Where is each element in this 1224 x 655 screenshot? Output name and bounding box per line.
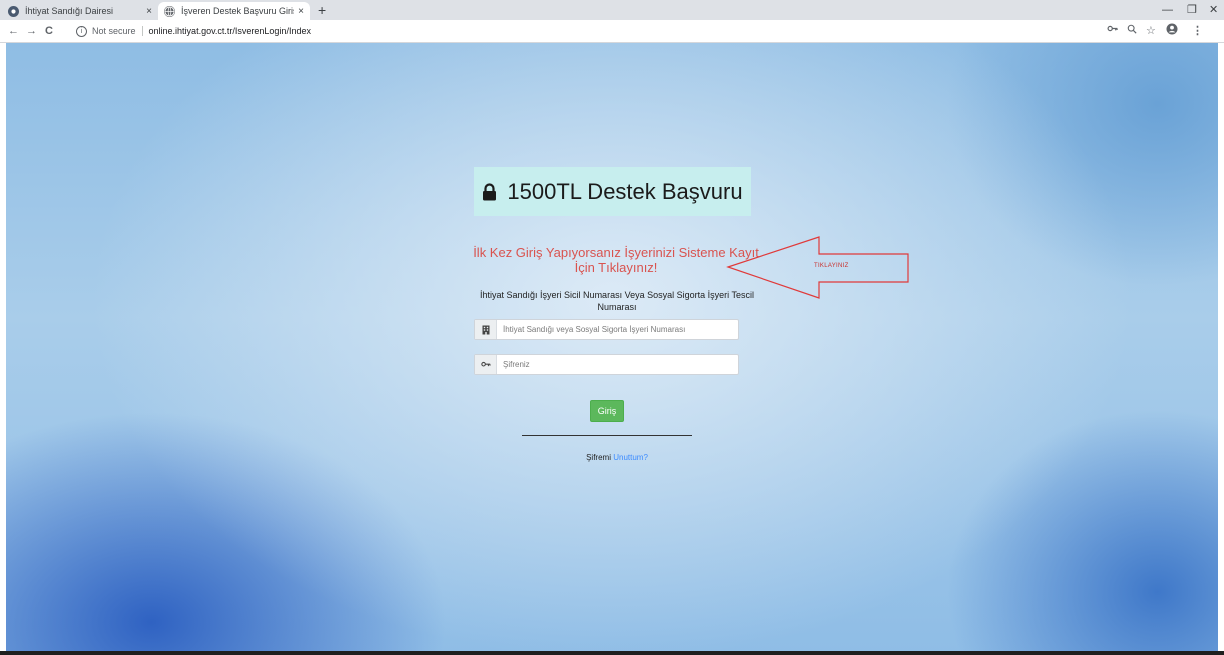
- tab-close-icon[interactable]: ×: [146, 6, 152, 17]
- minimize-icon[interactable]: —: [1162, 1, 1173, 19]
- page-title: 1500TL Destek Başvuru: [507, 178, 743, 204]
- info-icon[interactable]: i: [76, 25, 87, 37]
- employer-id-group: [474, 319, 739, 340]
- password-input[interactable]: [497, 355, 738, 374]
- key-icon[interactable]: [1107, 23, 1118, 39]
- globe-icon: [164, 5, 175, 17]
- back-arrow-icon[interactable]: ←: [8, 23, 19, 39]
- new-tab-button[interactable]: +: [318, 2, 326, 18]
- omnibox[interactable]: i Not secure online.ihtiyat.gov.ct.tr/Is…: [76, 23, 311, 39]
- divider-line: [522, 435, 692, 436]
- key-icon: [475, 355, 497, 374]
- zoom-icon[interactable]: [1127, 23, 1137, 39]
- star-icon[interactable]: ☆: [1146, 23, 1156, 39]
- site-favicon-icon: [8, 5, 19, 17]
- address-bar: ← → C i Not secure online.ihtiyat.gov.ct…: [0, 20, 1224, 43]
- forgot-password-row: Şifremi Unuttum?: [472, 453, 762, 462]
- login-header: 1500TL Destek Başvuru: [474, 167, 751, 216]
- window-close-icon[interactable]: ✕: [1209, 1, 1218, 19]
- building-icon: [475, 320, 497, 339]
- tab-ihtiyat-sandigi[interactable]: İhtiyat Sandığı Dairesi ×: [2, 2, 158, 20]
- forgot-password-link[interactable]: Unuttum?: [613, 453, 648, 462]
- password-group: [474, 354, 739, 375]
- page-viewport: 1500TL Destek Başvuru İlk Kez Giriş Yapı…: [6, 43, 1218, 653]
- tab-title: İhtiyat Sandığı Dairesi: [25, 6, 114, 16]
- url-text[interactable]: online.ihtiyat.gov.ct.tr/IsverenLogin/In…: [149, 26, 311, 36]
- tab-title: İşveren Destek Başvuru Giriş: [181, 6, 295, 16]
- account-icon[interactable]: [1166, 23, 1178, 40]
- taskbar-edge: [0, 651, 1224, 655]
- register-link[interactable]: İlk Kez Giriş Yapıyorsanız İşyerinizi Si…: [466, 245, 766, 275]
- login-button[interactable]: Giriş: [590, 400, 624, 422]
- menu-icon[interactable]: ⋮: [1192, 23, 1203, 39]
- forgot-prefix: Şifremi: [586, 453, 611, 462]
- id-field-label: İhtiyat Sandığı İşyeri Sicil Numarası Ve…: [480, 290, 754, 312]
- arrow-annotation-label: TIKLAYINIZ: [814, 263, 849, 269]
- forward-arrow-icon[interactable]: →: [26, 23, 37, 39]
- security-label: Not secure: [92, 26, 136, 36]
- tab-isveren-destek[interactable]: İşveren Destek Başvuru Giriş ×: [158, 2, 310, 20]
- omnibox-separator: [141, 26, 143, 36]
- tab-close-icon[interactable]: ×: [298, 6, 304, 17]
- restore-icon[interactable]: ❐: [1187, 1, 1197, 19]
- browser-tab-strip: İhtiyat Sandığı Dairesi × İşveren Destek…: [0, 0, 1224, 20]
- reload-icon[interactable]: C: [45, 23, 53, 39]
- lock-icon: [483, 182, 497, 200]
- employer-id-input[interactable]: [497, 320, 738, 339]
